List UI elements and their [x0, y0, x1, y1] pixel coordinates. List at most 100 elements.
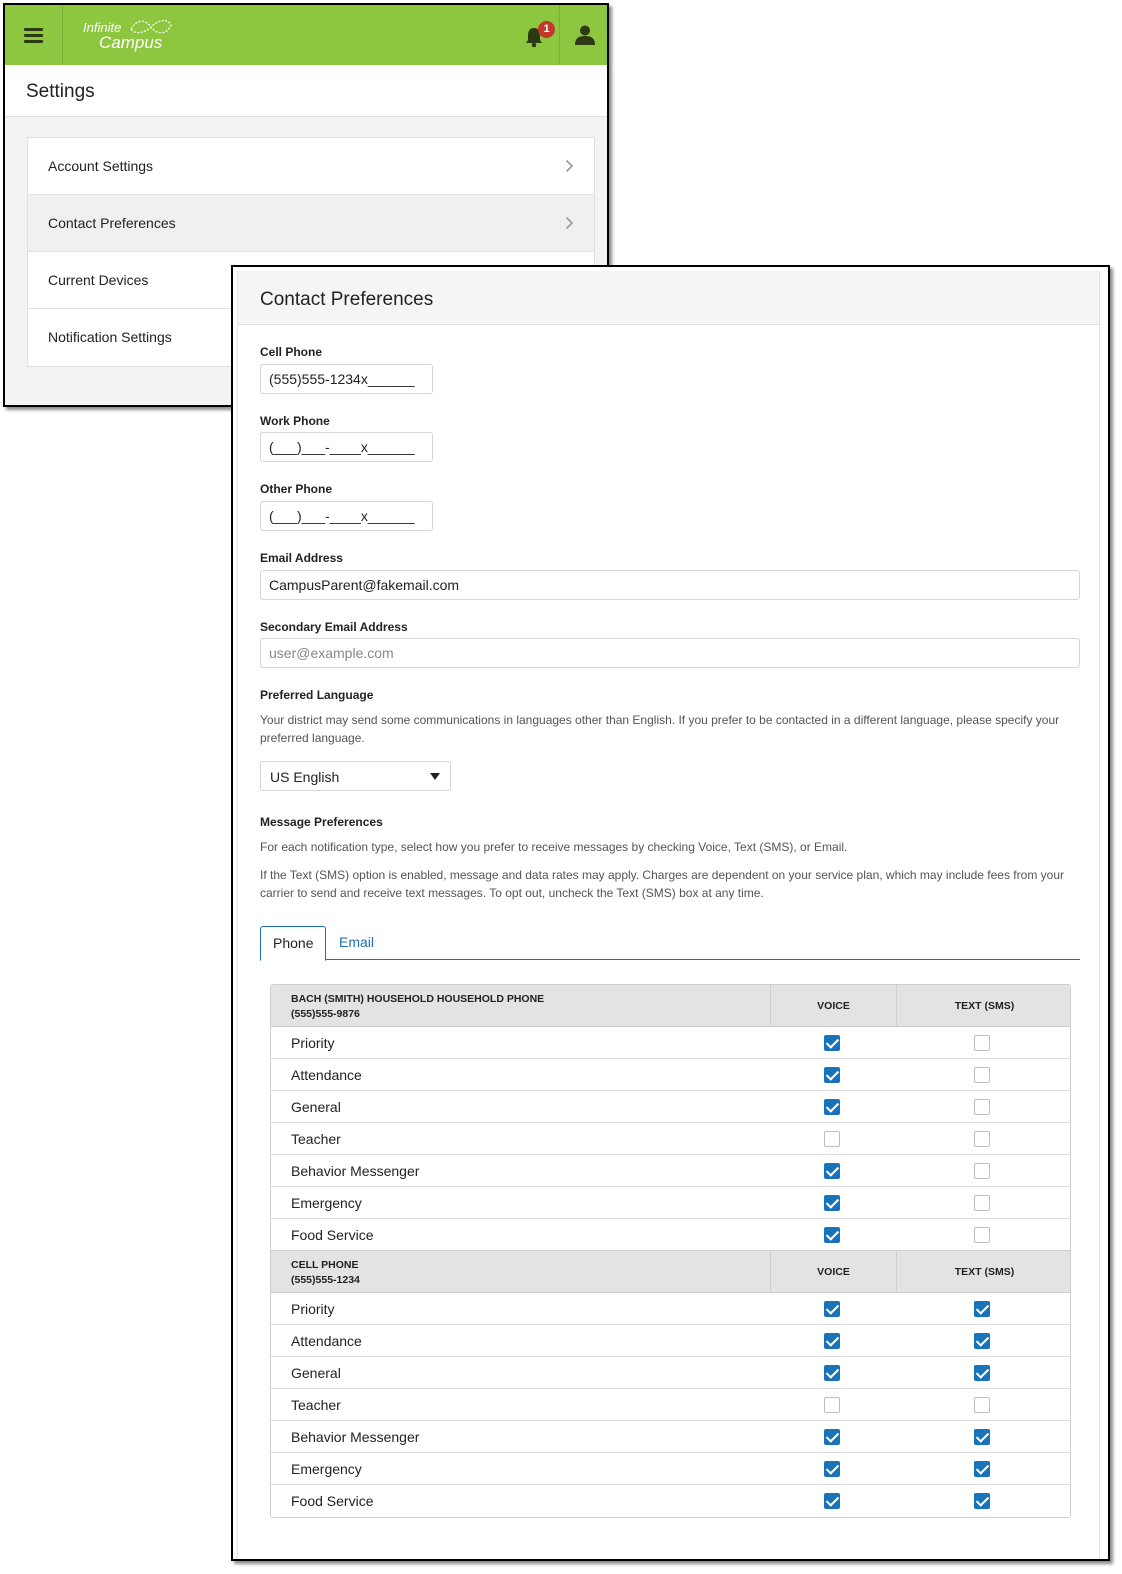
- voice-checkbox[interactable]: [824, 1461, 840, 1477]
- table-row: General: [271, 1091, 1070, 1123]
- column-header-voice: VOICE: [770, 1251, 896, 1293]
- table-row: Attendance: [271, 1325, 1070, 1357]
- voice-checkbox[interactable]: [824, 1099, 840, 1115]
- tab-phone[interactable]: Phone: [260, 926, 327, 961]
- group-title: CELL PHONE (555)555-1234: [291, 1258, 360, 1288]
- notification-type-label: Emergency: [291, 1461, 362, 1477]
- chevron-right-icon: [565, 216, 574, 230]
- voice-checkbox[interactable]: [824, 1429, 840, 1445]
- column-header-voice: VOICE: [770, 985, 896, 1027]
- notification-type-label: Behavior Messenger: [291, 1429, 420, 1445]
- group-phone-number: (555)555-9876: [291, 1008, 360, 1020]
- message-preferences-label: Message Preferences: [260, 815, 383, 829]
- contact-method-tabs: Phone Email: [260, 926, 1080, 961]
- voice-checkbox[interactable]: [824, 1035, 840, 1051]
- message-preferences-help: For each notification type, select how y…: [260, 840, 848, 854]
- user-menu-button[interactable]: [561, 5, 607, 65]
- message-preferences-table: BACH (SMITH) HOUSEHOLD HOUSEHOLD PHONE (5…: [270, 984, 1071, 1518]
- settings-item-contact-preferences[interactable]: Contact Preferences: [28, 195, 594, 252]
- sms-checkbox[interactable]: [974, 1333, 990, 1349]
- notification-type-label: Emergency: [291, 1195, 362, 1211]
- notification-type-label: Attendance: [291, 1333, 362, 1349]
- table-row: Emergency: [271, 1187, 1070, 1219]
- notifications-button[interactable]: 1: [510, 5, 560, 65]
- notification-type-label: Food Service: [291, 1227, 374, 1243]
- notification-type-label: General: [291, 1099, 341, 1115]
- preferred-language-help: Your district may send some communicatio…: [260, 713, 1060, 745]
- group-header: BACH (SMITH) HOUSEHOLD HOUSEHOLD PHONE (5…: [271, 985, 1070, 1027]
- notification-type-label: Priority: [291, 1035, 335, 1051]
- table-row: Behavior Messenger: [271, 1421, 1070, 1453]
- table-row: Emergency: [271, 1453, 1070, 1485]
- column-header-sms: TEXT (SMS): [896, 985, 1070, 1027]
- table-row: Teacher: [271, 1389, 1070, 1421]
- voice-checkbox[interactable]: [824, 1131, 840, 1147]
- notification-type-label: Behavior Messenger: [291, 1163, 420, 1179]
- settings-item-account-settings[interactable]: Account Settings: [28, 138, 594, 195]
- email-input[interactable]: [260, 570, 1080, 600]
- voice-checkbox[interactable]: [824, 1333, 840, 1349]
- contact-preferences-panel: Contact Preferences Cell Phone Work Phon…: [237, 271, 1100, 1559]
- voice-checkbox[interactable]: [824, 1301, 840, 1317]
- top-bar: Infinite Campus 1: [5, 5, 607, 65]
- logo[interactable]: Infinite Campus: [83, 17, 183, 57]
- voice-checkbox[interactable]: [824, 1493, 840, 1509]
- sms-checkbox[interactable]: [974, 1035, 990, 1051]
- menu-button[interactable]: [5, 5, 63, 65]
- notification-type-label: General: [291, 1365, 341, 1381]
- cell-phone-input[interactable]: [260, 364, 433, 394]
- work-phone-label: Work Phone: [260, 414, 330, 428]
- voice-checkbox[interactable]: [824, 1365, 840, 1381]
- preferred-language-select[interactable]: US English: [260, 761, 451, 791]
- table-row: General: [271, 1357, 1070, 1389]
- voice-checkbox[interactable]: [824, 1397, 840, 1413]
- sms-checkbox[interactable]: [974, 1131, 990, 1147]
- notification-type-label: Priority: [291, 1301, 335, 1317]
- sms-checkbox[interactable]: [974, 1099, 990, 1115]
- column-header-sms: TEXT (SMS): [896, 1251, 1070, 1293]
- settings-header: Settings: [5, 65, 607, 117]
- group-title: BACH (SMITH) HOUSEHOLD HOUSEHOLD PHONE (5…: [291, 992, 544, 1022]
- tab-email[interactable]: Email: [327, 926, 386, 960]
- sms-checkbox[interactable]: [974, 1195, 990, 1211]
- sms-checkbox[interactable]: [974, 1365, 990, 1381]
- secondary-email-label: Secondary Email Address: [260, 620, 408, 634]
- cell-phone-label: Cell Phone: [260, 345, 323, 359]
- table-row: Teacher: [271, 1123, 1070, 1155]
- user-icon: [575, 25, 595, 45]
- preferred-language-label: Preferred Language: [260, 688, 374, 702]
- other-phone-label: Other Phone: [260, 482, 333, 496]
- secondary-email-input[interactable]: [260, 638, 1080, 668]
- voice-checkbox[interactable]: [824, 1227, 840, 1243]
- voice-checkbox[interactable]: [824, 1067, 840, 1083]
- sms-checkbox[interactable]: [974, 1301, 990, 1317]
- group-phone-type: BACH (SMITH) HOUSEHOLD HOUSEHOLD PHONE: [291, 993, 545, 1005]
- settings-item-label: Account Settings: [48, 158, 154, 174]
- table-row: Priority: [271, 1293, 1070, 1325]
- voice-checkbox[interactable]: [824, 1163, 840, 1179]
- work-phone-input[interactable]: [260, 432, 433, 462]
- chevron-right-icon: [565, 159, 574, 173]
- page-title: Settings: [26, 81, 95, 102]
- settings-item-label: Notification Settings: [48, 329, 172, 345]
- sms-checkbox[interactable]: [974, 1493, 990, 1509]
- group-header: CELL PHONE (555)555-1234 VOICE TEXT (SMS): [271, 1251, 1070, 1293]
- sms-checkbox[interactable]: [974, 1429, 990, 1445]
- preferred-language-value: US English: [270, 769, 340, 785]
- panel-title: Contact Preferences: [260, 289, 434, 310]
- voice-checkbox[interactable]: [824, 1195, 840, 1211]
- sms-disclaimer-text: If the Text (SMS) option is enabled, mes…: [260, 868, 1064, 900]
- table-row: Food Service: [271, 1219, 1070, 1251]
- sms-checkbox[interactable]: [974, 1461, 990, 1477]
- notification-type-label: Food Service: [291, 1493, 374, 1509]
- sms-checkbox[interactable]: [974, 1397, 990, 1413]
- sms-checkbox[interactable]: [974, 1163, 990, 1179]
- contact-preferences-window: Contact Preferences Cell Phone Work Phon…: [231, 265, 1110, 1561]
- notification-badge: 1: [538, 21, 555, 38]
- sms-checkbox[interactable]: [974, 1067, 990, 1083]
- table-row: Behavior Messenger: [271, 1155, 1070, 1187]
- other-phone-input[interactable]: [260, 501, 433, 531]
- notification-type-label: Teacher: [291, 1397, 341, 1413]
- group-phone-type: CELL PHONE: [291, 1259, 359, 1271]
- sms-checkbox[interactable]: [974, 1227, 990, 1243]
